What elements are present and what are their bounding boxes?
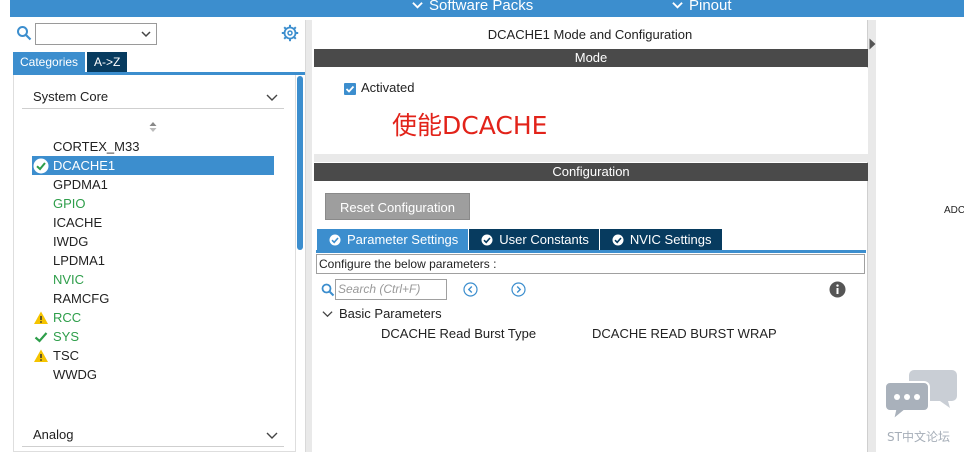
search-icon [17, 26, 32, 41]
category-label: Analog [33, 427, 74, 442]
annotation-text: 使能DCACHE [392, 111, 548, 140]
warning-icon [34, 349, 48, 362]
configure-instructions: Configure the below parameters : [316, 254, 865, 274]
tree-item-label: LPDMA1 [53, 253, 106, 268]
tree-item-label: TSC [53, 348, 79, 363]
category-tabs: Categories A->Z [13, 52, 128, 72]
mode-section-header: Mode [314, 49, 868, 67]
check-circle-icon [329, 234, 341, 245]
tab-a-to-z[interactable]: A->Z [87, 52, 128, 72]
warning-icon [34, 311, 48, 324]
chevron-down-icon [266, 432, 278, 439]
chevron-down-icon [266, 94, 278, 101]
tree-item-label: CORTEX_M33 [53, 139, 140, 154]
software-packs-label: Software Packs [429, 0, 534, 14]
activated-checkbox[interactable] [344, 83, 356, 95]
mode-configuration-panel: DCACHE1 Mode and Configuration Mode Acti… [312, 20, 868, 452]
parameter-tabs: Parameter Settings User Constants NVIC S… [317, 229, 722, 250]
configuration-section-header: Configuration [314, 163, 868, 181]
system-core-list: CORTEX_M33 DCACHE1 GPDMA1 GPIO ICACHE IW… [32, 137, 274, 384]
search-icon [321, 283, 335, 297]
parameter-search-input[interactable]: Search (Ctrl+F) [335, 279, 447, 300]
tree-item-label: RAMCFG [53, 291, 110, 306]
tree-item-nvic[interactable]: NVIC [32, 270, 274, 289]
tree-item-icache[interactable]: ICACHE [32, 213, 274, 232]
pinout-label: Pinout [689, 0, 732, 14]
param-name-dcache-read-burst-type[interactable]: DCACHE Read Burst Type [381, 326, 536, 341]
tree-item-wwdg[interactable]: WWDG [32, 365, 274, 384]
tree-item-label: GPDMA1 [53, 177, 108, 192]
tab-categories[interactable]: Categories [13, 52, 86, 72]
pinout-menu[interactable]: Pinout [672, 0, 732, 14]
tree-item-label: ICACHE [53, 215, 103, 230]
top-toolbar-strip: Software Packs Pinout [312, 0, 964, 17]
tree-item-label: DCACHE1 [53, 158, 116, 173]
adc-label: ADC [944, 205, 964, 216]
tree-item-label: GPIO [53, 196, 86, 211]
check-circle-icon [612, 234, 624, 245]
chevron-down-icon [322, 311, 333, 318]
tree-item-label: WWDG [53, 367, 98, 382]
chevron-down-icon[interactable] [140, 28, 152, 40]
left-panel: Categories A->Z System Core CORTEX_M33 D… [10, 20, 306, 452]
top-toolbar-left-strip [10, 0, 312, 17]
checkmark-icon [345, 85, 355, 93]
category-label: System Core [33, 89, 109, 104]
chat-bubbles-icon [884, 370, 957, 423]
category-search-combo[interactable] [35, 23, 157, 45]
param-tabs-underline [316, 250, 866, 253]
tree-item-iwdg[interactable]: IWDG [32, 232, 274, 251]
panel-title: DCACHE1 Mode and Configuration [487, 27, 693, 42]
tree-item-label: IWDG [53, 234, 89, 249]
tree-item-tsc[interactable]: TSC [32, 346, 274, 365]
basic-parameters-group[interactable]: Basic Parameters [322, 306, 442, 321]
tree-item-label: RCC [53, 310, 82, 325]
left-scrollbar[interactable] [297, 76, 303, 250]
collapse-arrow-icon[interactable] [869, 38, 876, 50]
check-circle-icon [33, 158, 49, 174]
tab-parameter-settings[interactable]: Parameter Settings [317, 229, 469, 250]
gear-icon[interactable] [281, 24, 299, 42]
tree-item-lpdma1[interactable]: LPDMA1 [32, 251, 274, 270]
chevron-down-icon [412, 2, 423, 9]
tab-nvic-settings[interactable]: NVIC Settings [598, 229, 722, 250]
tab-user-constants[interactable]: User Constants [468, 229, 599, 250]
check-circle-icon [481, 234, 493, 245]
watermark-text: ST中文论坛 [887, 430, 950, 444]
group-label: Basic Parameters [339, 306, 442, 321]
right-splitter[interactable] [868, 20, 876, 452]
tab-label: Parameter Settings [347, 232, 459, 247]
software-packs-menu[interactable]: Software Packs [412, 0, 533, 14]
tree-item-ramcfg[interactable]: RAMCFG [32, 289, 274, 308]
tree-item-cortex-m33[interactable]: CORTEX_M33 [32, 137, 274, 156]
category-header-system-core[interactable]: System Core [22, 85, 284, 109]
tree-item-label: NVIC [53, 272, 85, 287]
next-result-icon[interactable] [511, 282, 526, 297]
tab-label: User Constants [499, 232, 589, 247]
tab-label: NVIC Settings [629, 232, 712, 247]
tree-item-gpdma1[interactable]: GPDMA1 [32, 175, 274, 194]
sort-icon[interactable] [148, 121, 158, 133]
reset-configuration-button[interactable]: Reset Configuration [325, 193, 470, 220]
section-divider [314, 154, 868, 162]
tree-item-sys[interactable]: SYS [32, 327, 274, 346]
tree-item-label: SYS [53, 329, 80, 344]
check-icon [34, 332, 48, 343]
tree-item-dcache1[interactable]: DCACHE1 [32, 156, 274, 175]
tree-item-gpio[interactable]: GPIO [32, 194, 274, 213]
chevron-down-icon [672, 2, 683, 9]
category-header-analog[interactable]: Analog [22, 423, 284, 447]
activated-label: Activated [361, 80, 415, 95]
previous-result-icon[interactable] [463, 282, 478, 297]
tree-item-rcc[interactable]: RCC [32, 308, 274, 327]
param-value-dcache-read-burst-type[interactable]: DCACHE READ BURST WRAP [592, 326, 777, 341]
info-icon[interactable] [829, 281, 846, 298]
